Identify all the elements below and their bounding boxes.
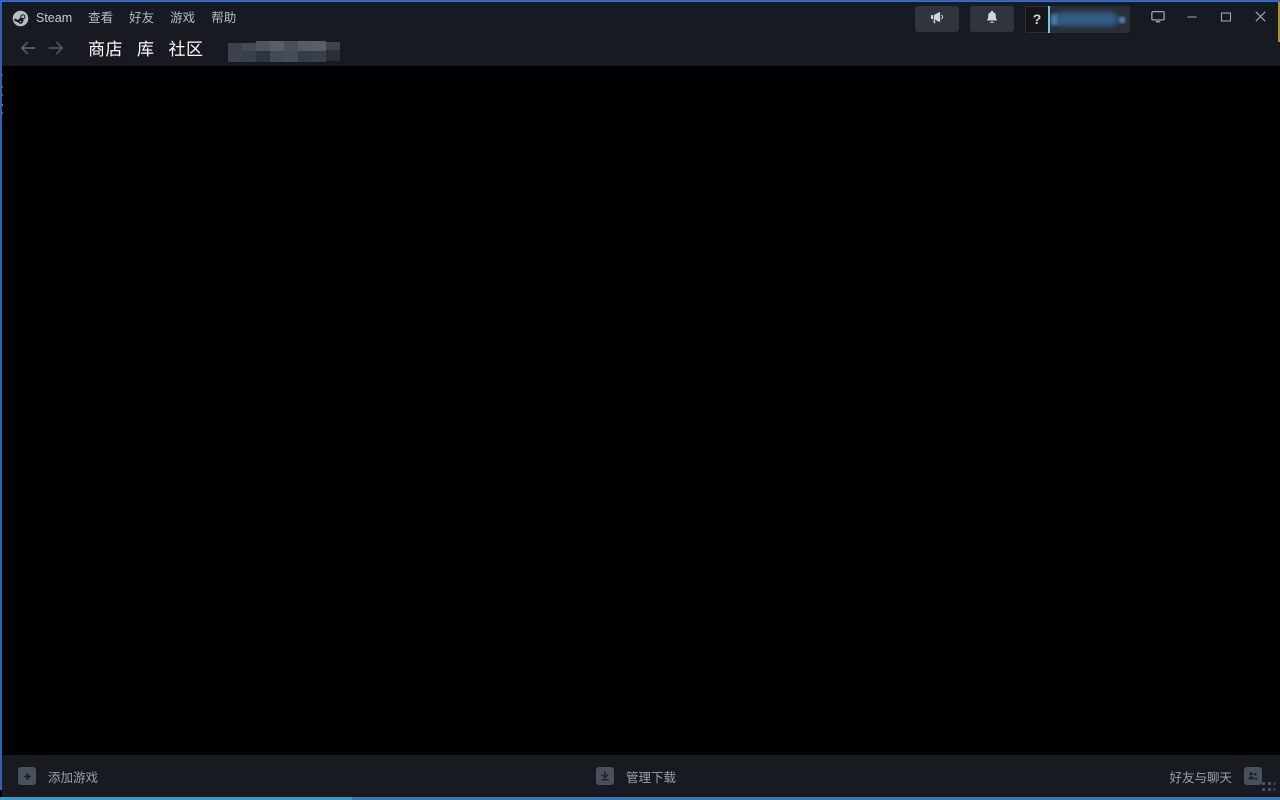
- display-icon: [1150, 9, 1166, 30]
- big-picture-button[interactable]: [1144, 4, 1172, 34]
- announcements-button[interactable]: [915, 6, 959, 32]
- arrow-right-icon: [46, 38, 66, 63]
- account-name-blur: [1056, 11, 1118, 26]
- menu-item-help[interactable]: 帮助: [203, 7, 244, 29]
- nav-back-button[interactable]: [14, 37, 42, 63]
- maximize-button[interactable]: [1212, 4, 1240, 34]
- window-toolbar: ?: [915, 2, 1274, 36]
- notifications-button[interactable]: [970, 6, 1014, 32]
- arrow-left-icon: [18, 38, 38, 63]
- plus-icon: [18, 767, 36, 785]
- bell-icon: [984, 9, 1000, 30]
- minimize-button[interactable]: [1178, 4, 1206, 34]
- menu-item-games[interactable]: 游戏: [162, 7, 203, 29]
- status-bar: 添加游戏 管理下载 好友与聊天: [2, 755, 1280, 797]
- navigation-bar: 商店 库 社区: [2, 34, 340, 66]
- nav-link-profile-redacted[interactable]: [227, 39, 340, 62]
- window-border-left: [0, 2, 2, 790]
- window-border-top-inner: [0, 1, 1280, 2]
- maximize-icon: [1219, 10, 1233, 29]
- steam-logo-icon: [12, 10, 29, 27]
- chevron-down-icon: [1119, 16, 1125, 23]
- friends-and-chat-button[interactable]: 好友与聊天: [1169, 755, 1262, 797]
- nav-link-library[interactable]: 库: [137, 39, 155, 61]
- close-icon: [1253, 9, 1268, 29]
- menu-item-friends[interactable]: 好友: [121, 7, 162, 29]
- manage-downloads-label: 管理下载: [626, 770, 677, 785]
- nav-link-community[interactable]: 社区: [169, 39, 204, 61]
- window-header: Steam 查看 好友 游戏 帮助 ? 商店 库 社区: [2, 2, 1280, 66]
- menu-bar: Steam 查看 好友 游戏 帮助: [2, 2, 244, 34]
- menu-item-steam[interactable]: Steam: [36, 7, 80, 29]
- friends-and-chat-label: 好友与聊天: [1169, 770, 1232, 785]
- nav-forward-button[interactable]: [42, 37, 70, 63]
- minimize-icon: [1185, 10, 1199, 29]
- close-button[interactable]: [1246, 4, 1274, 34]
- manage-downloads-button[interactable]: 管理下载: [596, 755, 676, 797]
- help-button[interactable]: ?: [1026, 6, 1048, 32]
- main-content-area: [2, 66, 1280, 755]
- steam-window: Steam 查看 好友 游戏 帮助 ? 商店 库 社区 添加游戏 管理下载 好友…: [0, 0, 1280, 800]
- resize-grip-icon[interactable]: [1262, 782, 1276, 796]
- account-menu[interactable]: ?: [1025, 5, 1130, 33]
- nav-link-store[interactable]: 商店: [88, 39, 123, 61]
- add-game-button[interactable]: 添加游戏: [18, 755, 98, 797]
- friends-icon: [1244, 767, 1262, 785]
- add-game-label: 添加游戏: [48, 770, 99, 785]
- download-icon: [596, 767, 614, 785]
- menu-item-view[interactable]: 查看: [80, 7, 121, 29]
- megaphone-icon: [929, 9, 945, 30]
- account-name-redacted[interactable]: [1050, 6, 1130, 33]
